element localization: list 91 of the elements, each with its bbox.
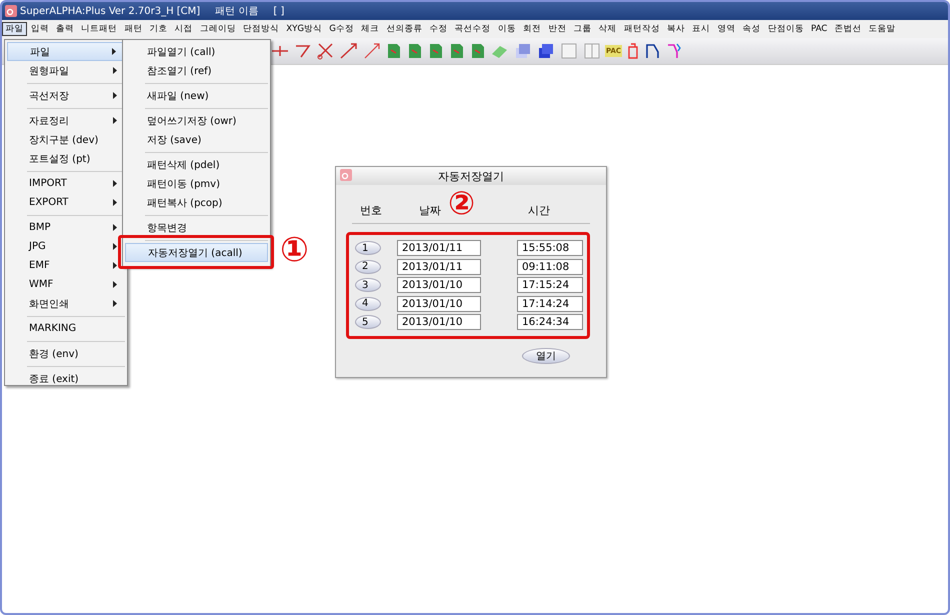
menu-item[interactable]: 포트설정 (pt) <box>7 149 125 168</box>
menu-item[interactable]: 참조열기 (ref) <box>125 61 268 80</box>
menu-bar-item[interactable]: 패턴 <box>120 22 146 36</box>
menu-item[interactable]: 자료정리 <box>7 111 125 130</box>
date-field: 2013/01/10 <box>397 277 481 294</box>
menu-bar-item[interactable]: PAC <box>807 23 831 35</box>
menu-item[interactable]: JPG <box>7 237 125 256</box>
date-field: 2013/01/10 <box>397 314 481 330</box>
menu-bar-item[interactable]: 도움말 <box>865 22 900 36</box>
time-field: 09:11:08 <box>517 258 583 275</box>
menu-item[interactable]: IMPORT <box>7 174 125 193</box>
menu-bar-item[interactable]: G수정 <box>326 22 358 36</box>
time-field: 17:14:24 <box>517 296 583 312</box>
date-field: 2013/01/11 <box>397 240 481 256</box>
window-title: SuperALPHA:Plus Ver 2.70r3_H [CM] <box>20 6 200 16</box>
menu-bar-item[interactable]: 패턴작성 <box>620 22 664 36</box>
menu-item[interactable]: 장치구분 (dev) <box>7 130 125 149</box>
pattern-name-label: 패턴 이름 <box>215 5 258 18</box>
menu-bar-item[interactable]: 영역 <box>714 22 739 36</box>
number-button[interactable]: 4 <box>355 296 381 311</box>
column-header: 시간 <box>528 203 550 218</box>
menu-bar-item[interactable]: 출력 <box>52 22 78 36</box>
menu-item[interactable]: 원형파일 <box>7 61 125 80</box>
menu-item[interactable]: 패턴복사 (pcop) <box>125 193 268 212</box>
menu-item[interactable]: 파일 <box>7 42 125 61</box>
number-button[interactable]: 5 <box>355 315 381 330</box>
date-field: 2013/01/10 <box>397 296 481 312</box>
menu-bar-item[interactable]: 삭제 <box>595 22 620 36</box>
dialog-title: 자동저장열기 <box>438 168 504 184</box>
menu-item[interactable]: 패턴삭제 (pdel) <box>125 155 268 174</box>
menu-item[interactable]: 패턴이동 (pmv) <box>125 174 268 193</box>
step-marker: ① <box>280 233 309 267</box>
menu-item[interactable]: WMF <box>7 275 125 294</box>
menu-bar-item[interactable]: 체크 <box>358 22 383 36</box>
menu-item[interactable]: 덮어쓰기저장 (owr) <box>125 111 268 130</box>
number-button[interactable]: 3 <box>355 278 381 292</box>
arrow-icon[interactable] <box>339 42 359 60</box>
number-button[interactable]: 1 <box>355 241 381 256</box>
page-icon[interactable] <box>406 42 424 60</box>
number-button[interactable]: 2 <box>355 260 381 274</box>
menu-bar-item[interactable]: 표시 <box>688 22 714 36</box>
menu-item[interactable]: 곡선저장 <box>7 86 125 105</box>
menu-bar-item[interactable]: 존법선 <box>830 22 866 36</box>
menu-bar-item[interactable]: 복사 <box>663 22 689 36</box>
menu-item[interactable]: BMP <box>7 218 125 237</box>
menu-item[interactable]: 자동저장열기 (acall) <box>125 243 268 262</box>
page-icon[interactable] <box>448 42 466 60</box>
column-header: 번호 <box>360 203 382 218</box>
menu-bar-item[interactable]: 곡선수정 <box>451 22 494 36</box>
menu-bar-item[interactable]: 시접 <box>171 22 196 36</box>
column-header: 날짜 <box>419 203 441 218</box>
menu-item[interactable]: EMF <box>7 256 125 275</box>
menu-bar-item[interactable]: 파일 <box>2 22 28 36</box>
menu-bar-item[interactable]: 수정 <box>426 22 452 36</box>
layers-icon[interactable] <box>536 42 556 60</box>
page-icon[interactable] <box>427 42 445 60</box>
menu-item[interactable]: 종료 (exit) <box>7 369 125 388</box>
menu-item[interactable]: 저장 (save) <box>125 130 268 149</box>
arrow-icon[interactable] <box>362 42 382 60</box>
menu-bar-item[interactable]: 반전 <box>544 22 570 36</box>
menu-item[interactable]: 화면인쇄 <box>7 294 125 313</box>
menu-bar-item[interactable]: 니트패턴 <box>78 22 121 36</box>
time-field: 17:15:24 <box>517 277 583 294</box>
menu-item[interactable]: MARKING <box>7 319 125 338</box>
menu-bar-item[interactable]: 단점방식 <box>240 22 283 36</box>
app-icon <box>5 5 17 17</box>
rectangle-icon[interactable] <box>582 42 602 60</box>
menu-bar-item[interactable]: 회전 <box>519 22 545 36</box>
menu-bar-item[interactable]: XYG방식 <box>282 22 326 36</box>
menu-bar-item[interactable]: 그레이딩 <box>196 22 240 36</box>
menu-item[interactable]: 새파일 (new) <box>125 86 268 105</box>
menu-bar-item[interactable]: 선의종류 <box>382 22 426 36</box>
step-marker: ② <box>448 187 476 219</box>
time-field: 15:55:08 <box>517 240 583 256</box>
menu-item[interactable]: 파일열기 (call) <box>125 42 268 61</box>
menu-bar-item[interactable]: 속성 <box>738 22 764 36</box>
menu-bar-item[interactable]: 입력 <box>27 22 52 36</box>
menu-bar-item[interactable]: 기호 <box>146 22 172 36</box>
time-field: 16:24:34 <box>517 314 583 330</box>
app-icon <box>340 169 352 181</box>
menu-bar-item[interactable]: 이동 <box>494 22 520 36</box>
pattern-name-value: [ ] <box>273 6 284 16</box>
page-icon[interactable] <box>385 42 403 60</box>
menu-item[interactable]: 항목변경 <box>125 218 268 237</box>
menu-bar-item[interactable]: 단점이동 <box>764 22 808 36</box>
page-icon[interactable] <box>469 42 487 60</box>
menu-bar-item[interactable]: 그룹 <box>570 22 596 36</box>
date-field: 2013/01/11 <box>397 258 481 275</box>
open-button[interactable]: 열기 <box>522 348 570 364</box>
menu-item[interactable]: EXPORT <box>7 193 125 212</box>
menu-item[interactable]: 환경 (env) <box>7 344 125 363</box>
